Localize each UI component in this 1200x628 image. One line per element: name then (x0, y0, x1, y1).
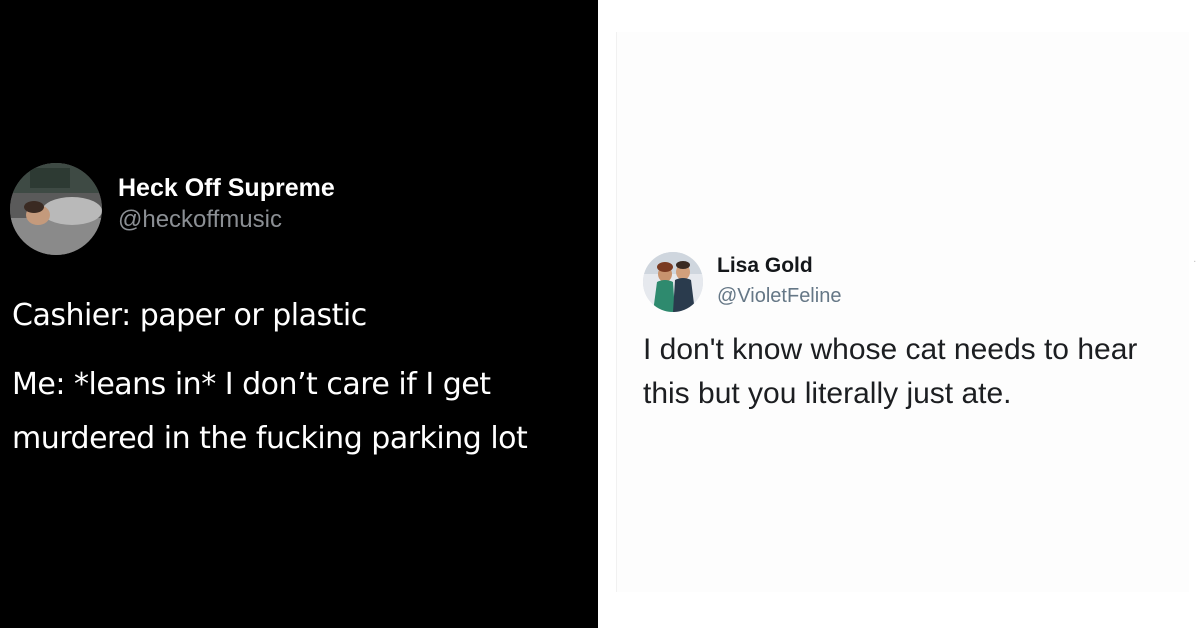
more-options-icon[interactable]: ˙ (1193, 258, 1198, 274)
tweet-card-dark[interactable]: Heck Off Supreme @heckoffmusic Cashier: … (0, 0, 598, 628)
avatar-photo-icon (10, 163, 102, 255)
avatar-photo-icon (643, 252, 703, 312)
tweet-text-line: Cashier: paper or plastic (12, 298, 367, 333)
user-handle[interactable]: @VioletFeline (717, 285, 841, 308)
display-name[interactable]: Lisa Gold (717, 254, 813, 278)
tweet-text-line: murdered in the fucking parking lot (12, 421, 528, 456)
tweet-card-surface: Lisa Gold @VioletFeline ˙ I don't know w… (616, 32, 1198, 592)
tweet-text-line: Me: *leans in* I don’t care if I get (12, 367, 491, 402)
tweet-text: I don't know whose cat needs to hear thi… (643, 333, 1138, 410)
avatar[interactable] (643, 252, 703, 312)
tweet-card-light[interactable]: Lisa Gold @VioletFeline ˙ I don't know w… (604, 0, 1200, 628)
meme-composite: Heck Off Supreme @heckoffmusic Cashier: … (0, 0, 1200, 628)
avatar[interactable] (10, 163, 102, 255)
display-name[interactable]: Heck Off Supreme (118, 174, 335, 203)
user-handle[interactable]: @heckoffmusic (118, 206, 282, 234)
